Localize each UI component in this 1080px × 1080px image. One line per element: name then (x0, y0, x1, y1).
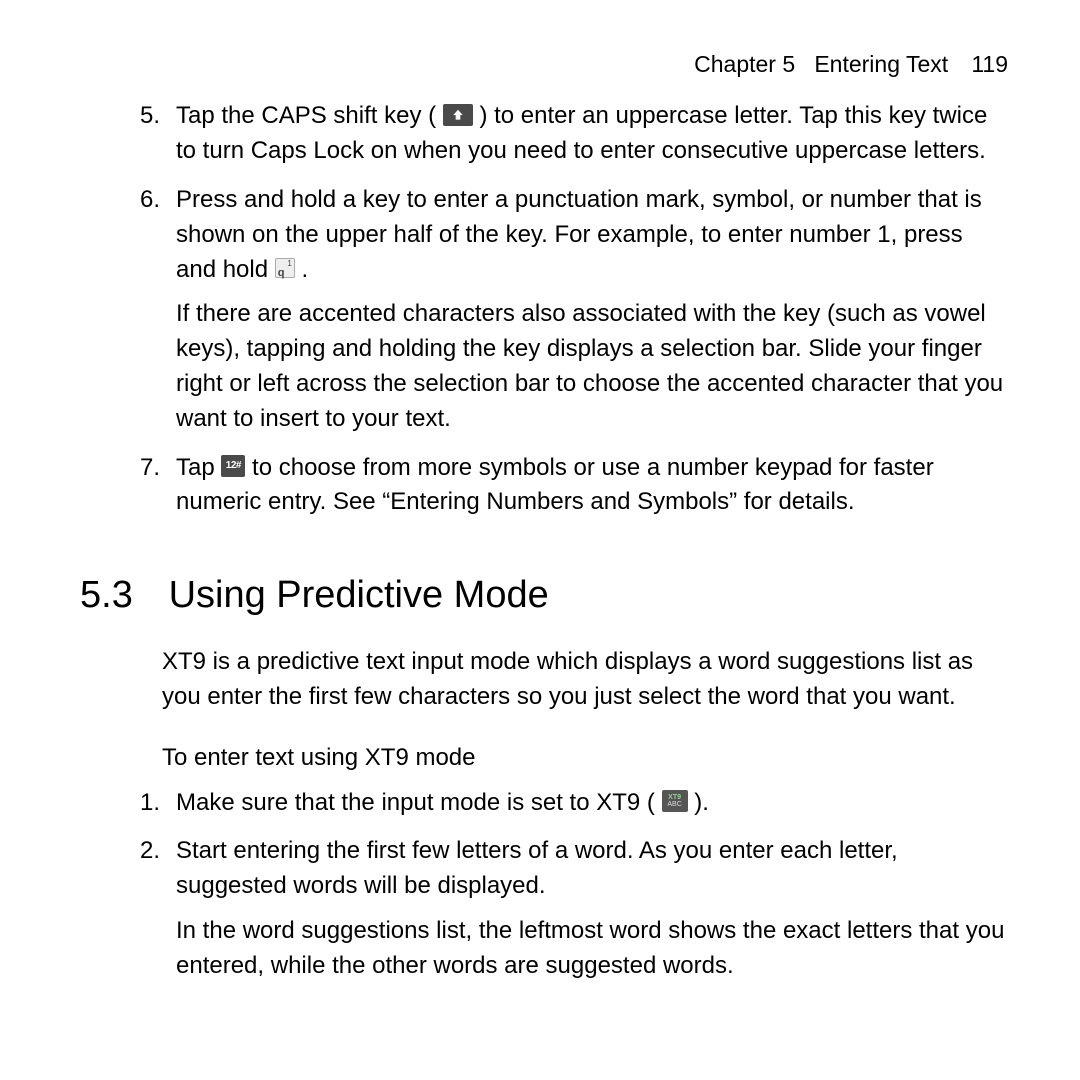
intro-bold: XT9 (162, 648, 206, 675)
section-intro: XT9 is a predictive text input mode whic… (162, 645, 1008, 715)
list-item-6: Press and hold a key to enter a punctuat… (176, 183, 1008, 437)
item5-text-before: Tap the CAPS shift key ( (176, 102, 443, 129)
q-key-icon: 1 q (275, 258, 295, 278)
instruction-list-continued: Tap the CAPS shift key ( ) to enter an u… (176, 99, 1008, 520)
item7-text-after: to choose from more symbols or use a num… (176, 454, 934, 516)
number-symbol-key-icon: 12# (221, 455, 245, 477)
chapter-label: Chapter 5 (694, 51, 795, 77)
xt9-icon-bottom: ABC (667, 801, 681, 809)
page-number: 119 (971, 51, 1008, 77)
xt9-item2-para2: In the word suggestions list, the leftmo… (176, 914, 1008, 984)
list-item-5: Tap the CAPS shift key ( ) to enter an u… (176, 99, 1008, 169)
list-item-7: Tap 12# to choose from more symbols or u… (176, 451, 1008, 521)
xt9-mode-icon: XT9 ABC (662, 790, 688, 812)
section-heading: 5.3 Using Predictive Mode (80, 568, 1008, 623)
item6-para2: If there are accented characters also as… (176, 297, 1008, 436)
xt9-item1-after: ). (694, 789, 709, 816)
section-number: 5.3 (80, 568, 158, 623)
page-header: Chapter 5 Entering Text 119 (80, 48, 1008, 81)
xt9-instruction-list: Make sure that the input mode is set to … (176, 786, 1008, 984)
section-title: Using Predictive Mode (169, 574, 549, 616)
xt9-icon-top: XT9 (668, 794, 681, 802)
item6-para1-after: . (301, 256, 308, 283)
xt9-item2-para1: Start entering the first few letters of … (176, 837, 898, 899)
item7-text-before: Tap (176, 454, 221, 481)
caps-shift-key-icon (443, 104, 473, 126)
q-key-superscript: 1 (287, 260, 291, 268)
chapter-title: Entering Text (814, 51, 948, 77)
xt9-item-2: Start entering the first few letters of … (176, 834, 1008, 983)
xt9-item1-before: Make sure that the input mode is set to … (176, 789, 662, 816)
q-key-letter: q (278, 268, 285, 279)
xt9-item-1: Make sure that the input mode is set to … (176, 786, 1008, 821)
item6-para1-before: Press and hold a key to enter a punctuat… (176, 186, 982, 283)
sub-heading: To enter text using XT9 mode (162, 741, 1008, 776)
intro-rest: is a predictive text input mode which di… (162, 648, 973, 710)
